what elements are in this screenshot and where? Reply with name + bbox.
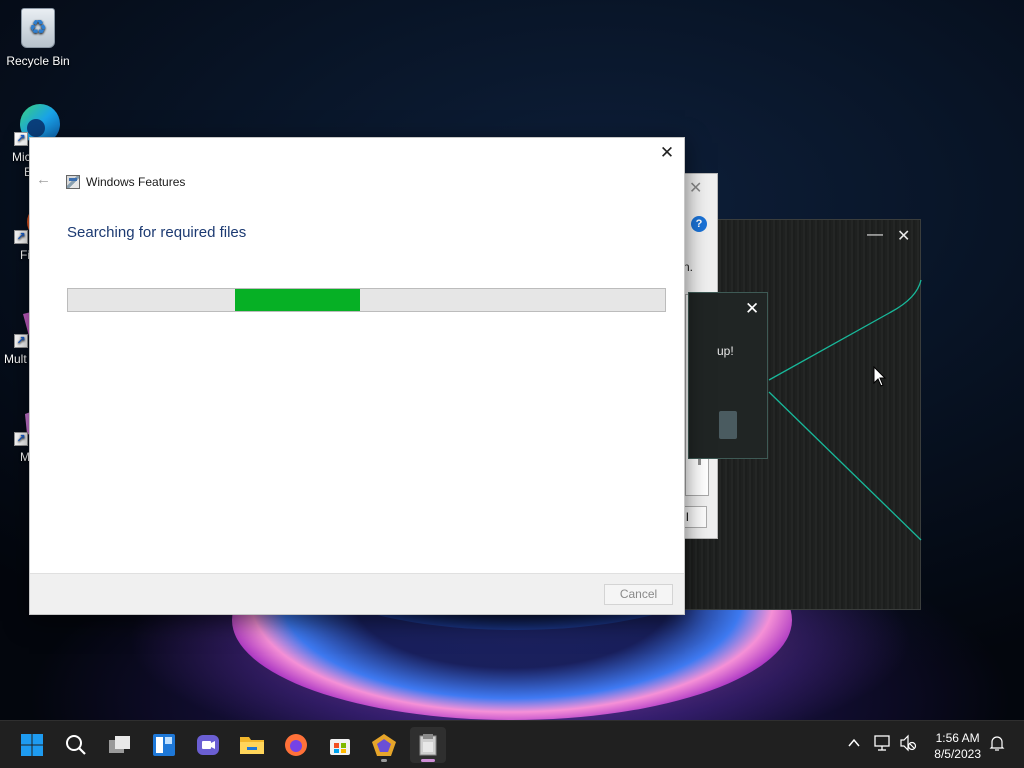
start-button[interactable] [14, 727, 50, 763]
search-icon [66, 735, 86, 755]
desktop-icon-label: Mult [4, 352, 27, 366]
close-button[interactable]: ✕ [656, 142, 678, 164]
network-button[interactable] [874, 734, 892, 755]
clock-date: 8/5/2023 [934, 747, 981, 761]
recycle-bin-icon: ♻ [18, 8, 58, 48]
file-explorer-button[interactable] [234, 727, 270, 763]
taskbar: 1:56 AM 8/5/2023 [0, 720, 1024, 768]
windows-features-dialog[interactable]: ✕ ← Windows Features Searching for requi… [29, 137, 685, 615]
help-icon[interactable]: ? [691, 216, 707, 232]
pentagon-app-icon [372, 734, 396, 756]
store-icon [330, 739, 350, 755]
popup-message: up! [717, 344, 734, 358]
close-button[interactable]: ✕ [689, 178, 702, 198]
teams-chat-button[interactable] [190, 727, 226, 763]
windows-features-icon [66, 175, 80, 189]
active-indicator [421, 759, 435, 762]
desktop-icon-label: Recycle Bin [6, 54, 70, 68]
dialog-footer: Cancel [30, 573, 684, 614]
windows-features-button[interactable] [410, 727, 446, 763]
task-view-button[interactable] [102, 727, 138, 763]
clock[interactable]: 1:56 AM 8/5/2023 [934, 730, 981, 762]
desktop-icon-recycle-bin[interactable]: ♻ Recycle Bin [0, 8, 76, 68]
pinned-app-button[interactable] [366, 727, 402, 763]
task-view-icon [109, 736, 130, 753]
dialog-title: Windows Features [86, 175, 186, 189]
chevron-up-icon [848, 738, 860, 747]
status-heading: Searching for required files [67, 224, 247, 241]
mouse-cursor-icon [873, 366, 887, 387]
clock-time: 1:56 AM [935, 731, 980, 745]
notification-bell-icon [989, 736, 1005, 751]
running-indicator [381, 759, 387, 762]
minimize-button[interactable]: — [867, 226, 883, 244]
firefox-button[interactable] [278, 727, 314, 763]
widgets-icon [153, 734, 175, 756]
firefox-icon [285, 734, 307, 756]
volume-button[interactable] [899, 734, 917, 755]
back-arrow-icon[interactable]: ← [36, 172, 52, 188]
notification-popup[interactable]: ✕ up! [688, 292, 768, 459]
widgets-button[interactable] [146, 727, 182, 763]
windows-logo-icon [21, 734, 43, 756]
windows-features-icon [419, 734, 437, 756]
show-hidden-icons-button[interactable] [848, 735, 860, 751]
close-button[interactable]: ✕ [897, 226, 910, 246]
volume-muted-icon [900, 734, 917, 752]
network-icon [874, 735, 890, 751]
desktop-icon-label: Mic [12, 150, 31, 164]
microsoft-store-button[interactable] [322, 727, 358, 763]
cancel-button[interactable]: Cancel [604, 584, 673, 605]
chat-icon [197, 735, 219, 755]
notifications-button[interactable] [988, 734, 1006, 755]
progress-fill [235, 289, 360, 311]
popup-button[interactable] [719, 411, 737, 439]
progress-bar [67, 288, 666, 312]
folder-icon [240, 737, 264, 754]
close-button[interactable]: ✕ [745, 299, 759, 319]
search-button[interactable] [58, 727, 94, 763]
